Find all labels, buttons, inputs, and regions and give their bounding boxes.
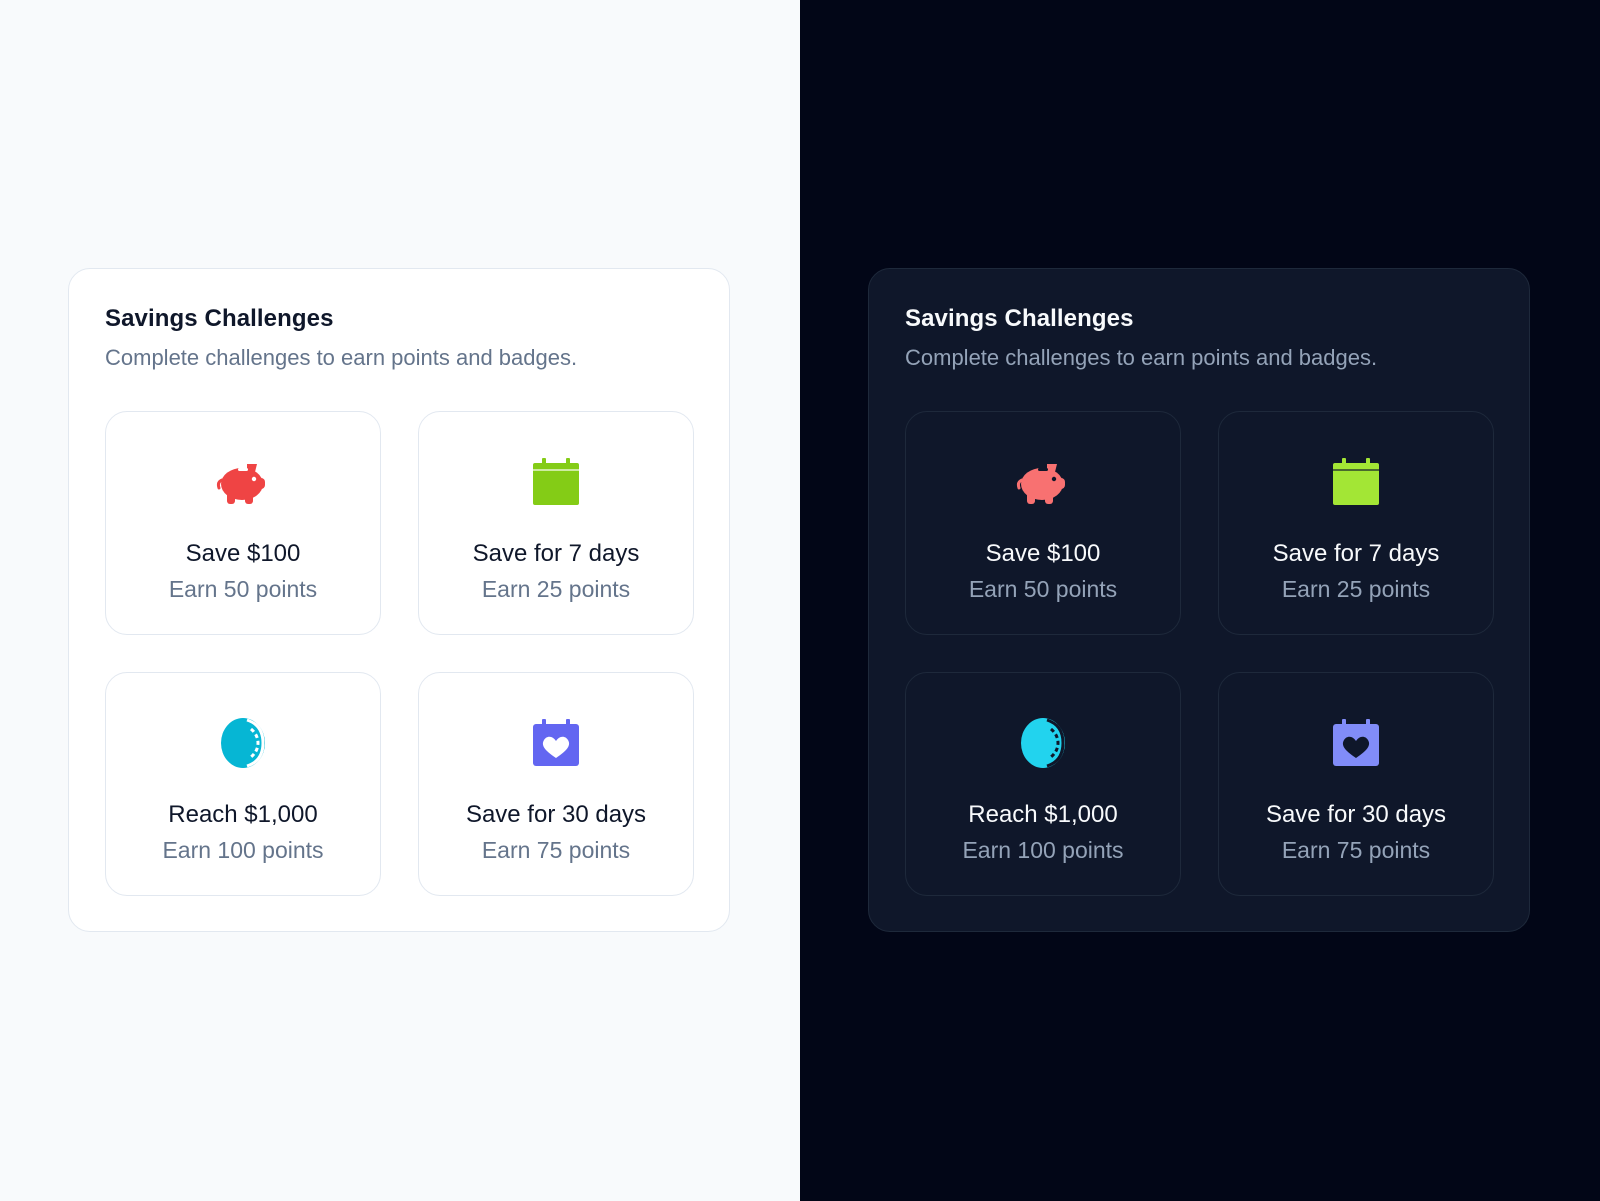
coin-icon xyxy=(211,711,275,775)
challenge-points: Earn 25 points xyxy=(481,576,631,602)
panel-subtitle: Complete challenges to earn points and b… xyxy=(905,345,1378,370)
challenge-card-save-7-days[interactable]: Save for 7 days Earn 25 points xyxy=(418,411,694,635)
challenge-points: Earn 50 points xyxy=(968,576,1118,602)
panel-subtitle: Complete challenges to earn points and b… xyxy=(105,345,578,370)
calendar-heart-icon xyxy=(1324,711,1388,775)
challenge-grid: Save $100 Earn 50 points Save for 7 days… xyxy=(905,411,1496,897)
challenge-card-reach-1000[interactable]: Reach $1,000 Earn 100 points xyxy=(105,672,381,896)
challenge-card-save-100[interactable]: Save $100 Earn 50 points xyxy=(905,411,1181,635)
challenge-title: Save for 7 days xyxy=(1272,540,1440,567)
challenge-points: Earn 25 points xyxy=(1281,576,1431,602)
challenge-card-save-100[interactable]: Save $100 Earn 50 points xyxy=(105,411,381,635)
challenge-card-save-30-days[interactable]: Save for 30 days Earn 75 points xyxy=(1218,672,1494,896)
challenge-card-save-30-days[interactable]: Save for 30 days Earn 75 points xyxy=(418,672,694,896)
challenge-title: Reach $1,000 xyxy=(968,801,1118,828)
challenge-card-reach-1000[interactable]: Reach $1,000 Earn 100 points xyxy=(905,672,1181,896)
coin-icon xyxy=(1011,711,1075,775)
challenge-points: Earn 50 points xyxy=(168,576,318,602)
challenge-title: Reach $1,000 xyxy=(168,801,318,828)
panel-title: Savings Challenges xyxy=(105,305,334,332)
challenge-title: Save for 30 days xyxy=(465,801,647,828)
calendar-heart-icon xyxy=(524,711,588,775)
panel-title: Savings Challenges xyxy=(905,305,1134,332)
calendar-icon xyxy=(1324,450,1388,514)
challenge-grid: Save $100 Earn 50 points Save for 7 days… xyxy=(105,411,696,897)
challenge-points: Earn 100 points xyxy=(962,837,1124,863)
piggy-bank-icon xyxy=(211,450,275,514)
savings-challenges-panel: Savings Challenges Complete challenges t… xyxy=(68,268,730,932)
light-theme-area: Savings Challenges Complete challenges t… xyxy=(0,0,800,1201)
challenge-title: Save for 7 days xyxy=(472,540,640,567)
challenge-card-save-7-days[interactable]: Save for 7 days Earn 25 points xyxy=(1218,411,1494,635)
challenge-title: Save $100 xyxy=(985,540,1101,567)
challenge-title: Save for 30 days xyxy=(1265,801,1447,828)
savings-challenges-panel: Savings Challenges Complete challenges t… xyxy=(868,268,1530,932)
dark-theme-area: Savings Challenges Complete challenges t… xyxy=(800,0,1600,1201)
challenge-points: Earn 100 points xyxy=(162,837,324,863)
calendar-icon xyxy=(524,450,588,514)
challenge-points: Earn 75 points xyxy=(481,837,631,863)
challenge-title: Save $100 xyxy=(185,540,301,567)
piggy-bank-icon xyxy=(1011,450,1075,514)
challenge-points: Earn 75 points xyxy=(1281,837,1431,863)
